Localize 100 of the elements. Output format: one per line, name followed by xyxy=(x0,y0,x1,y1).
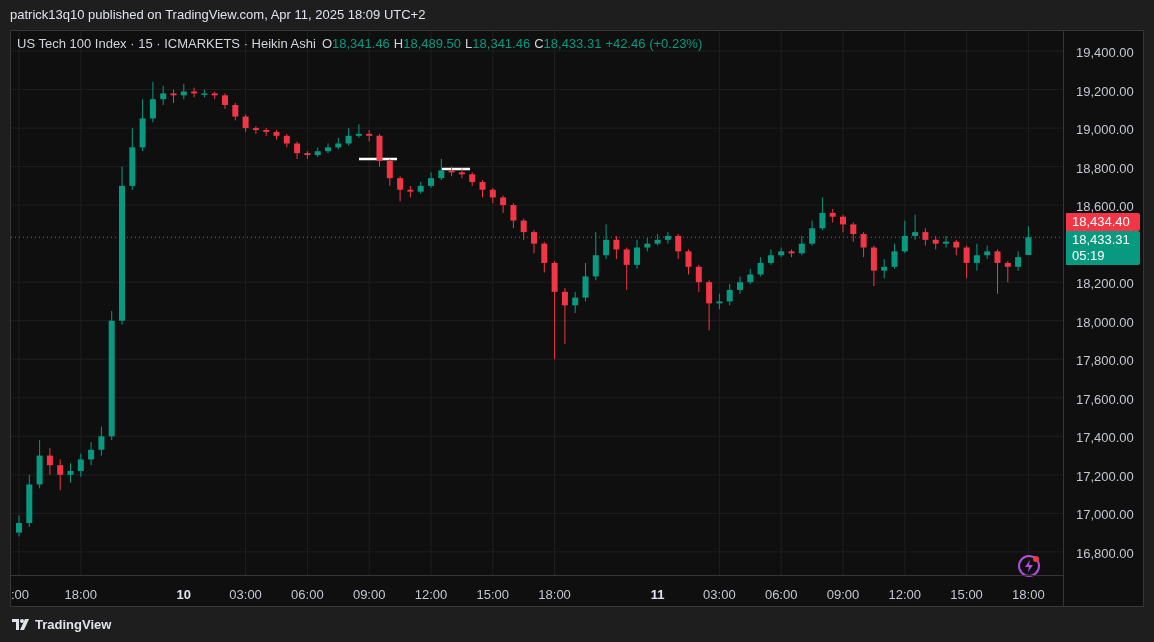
candle xyxy=(232,102,239,121)
time-axis-label: 06:00 xyxy=(764,586,798,604)
candle xyxy=(932,235,939,250)
candle xyxy=(67,462,74,484)
price-axis-label: 16,800.00 xyxy=(1076,544,1134,563)
candle xyxy=(644,237,651,252)
price-axis-label: 17,000.00 xyxy=(1076,506,1134,525)
candle xyxy=(654,233,661,247)
candle xyxy=(943,235,949,248)
candle xyxy=(16,514,22,537)
date-axis-label: 11 xyxy=(650,586,665,604)
logo-icon xyxy=(12,619,30,630)
candle xyxy=(829,208,836,223)
publish-info: patrick13q10 published on TradingView.com, Apr 11, 2025 18:09 UTC+2 xyxy=(10,6,426,25)
candle xyxy=(191,87,198,98)
candle xyxy=(953,239,960,256)
candle xyxy=(675,233,682,260)
time-axis-label: 12:00 xyxy=(888,586,922,604)
candle xyxy=(850,222,857,243)
ohlc-value: L18,341.46 xyxy=(465,35,531,53)
candle xyxy=(448,166,455,177)
candle xyxy=(325,143,331,154)
candle xyxy=(386,158,393,187)
candle xyxy=(469,171,476,187)
time-axis-label: 12:00 xyxy=(414,586,448,604)
price-axis-label: 18,200.00 xyxy=(1076,275,1134,294)
candle xyxy=(634,239,640,270)
candle xyxy=(706,279,713,331)
brand-name: TradingView xyxy=(35,615,112,634)
candle xyxy=(592,231,599,281)
candle xyxy=(922,227,929,247)
candle xyxy=(211,91,218,100)
candle xyxy=(376,133,383,168)
candle xyxy=(36,439,43,489)
candle xyxy=(870,245,877,287)
candle xyxy=(355,123,362,139)
candle xyxy=(417,181,424,195)
candle xyxy=(149,81,156,123)
candle xyxy=(77,453,84,478)
price-tag: 18,434.40 xyxy=(1066,213,1140,231)
candle xyxy=(726,283,733,306)
candle xyxy=(283,133,290,148)
candle xyxy=(1015,250,1022,272)
ohlc-value: O18,341.46 xyxy=(321,35,390,53)
time-axis-label: 09:00 xyxy=(352,586,386,604)
candle xyxy=(222,92,228,110)
time-axis-label: 18:00 xyxy=(64,586,98,604)
candle xyxy=(840,214,846,233)
candle xyxy=(500,195,507,214)
candle xyxy=(737,275,743,295)
candle xyxy=(98,426,105,457)
candle xyxy=(695,264,702,293)
symbol-title: US Tech 100 Index · 15 · ICMARKETS · Heikin Ashi xyxy=(17,35,316,53)
candle xyxy=(685,248,692,275)
candle xyxy=(963,245,970,279)
lightning-icon xyxy=(1018,555,1040,577)
candle xyxy=(479,179,486,198)
candle xyxy=(57,458,64,491)
price-change: +42.46 (+0.23%) xyxy=(605,35,703,53)
candle xyxy=(252,125,259,135)
candle xyxy=(366,129,373,143)
candle xyxy=(397,175,404,202)
candle xyxy=(860,231,867,258)
candle xyxy=(428,171,434,189)
candle xyxy=(809,220,816,247)
time-axis-label: 09:00 xyxy=(826,586,860,604)
candle xyxy=(623,247,630,291)
candle xyxy=(180,83,187,100)
candle xyxy=(613,235,620,260)
candle xyxy=(438,158,445,181)
candle xyxy=(160,85,167,106)
candle xyxy=(912,214,919,241)
candle xyxy=(788,248,795,258)
candle xyxy=(407,185,414,198)
candle xyxy=(572,291,579,314)
price-axis-label: 17,600.00 xyxy=(1076,390,1134,409)
candle xyxy=(46,447,53,476)
price-axis-label: 19,000.00 xyxy=(1076,121,1134,140)
candle xyxy=(994,248,1001,295)
candle xyxy=(561,287,568,345)
candle xyxy=(881,258,888,279)
price-axis-label: 18,800.00 xyxy=(1076,159,1134,178)
candle xyxy=(520,218,527,241)
time-axis-label: 03:00 xyxy=(229,586,262,604)
candle xyxy=(664,231,671,245)
candle xyxy=(489,187,496,204)
ohlc-value: C18,433.31 xyxy=(534,35,602,53)
price-axis-label: 19,200.00 xyxy=(1076,82,1134,101)
candle xyxy=(716,293,723,310)
time-axis-label: 15:00 xyxy=(476,586,510,604)
candle xyxy=(304,150,311,160)
candle xyxy=(1004,260,1011,283)
candle xyxy=(345,127,352,146)
candle xyxy=(819,196,826,231)
candle xyxy=(242,114,249,133)
candle xyxy=(335,137,342,150)
candle xyxy=(757,256,764,277)
candle xyxy=(891,243,898,270)
candle xyxy=(582,262,589,302)
candle xyxy=(201,89,208,98)
